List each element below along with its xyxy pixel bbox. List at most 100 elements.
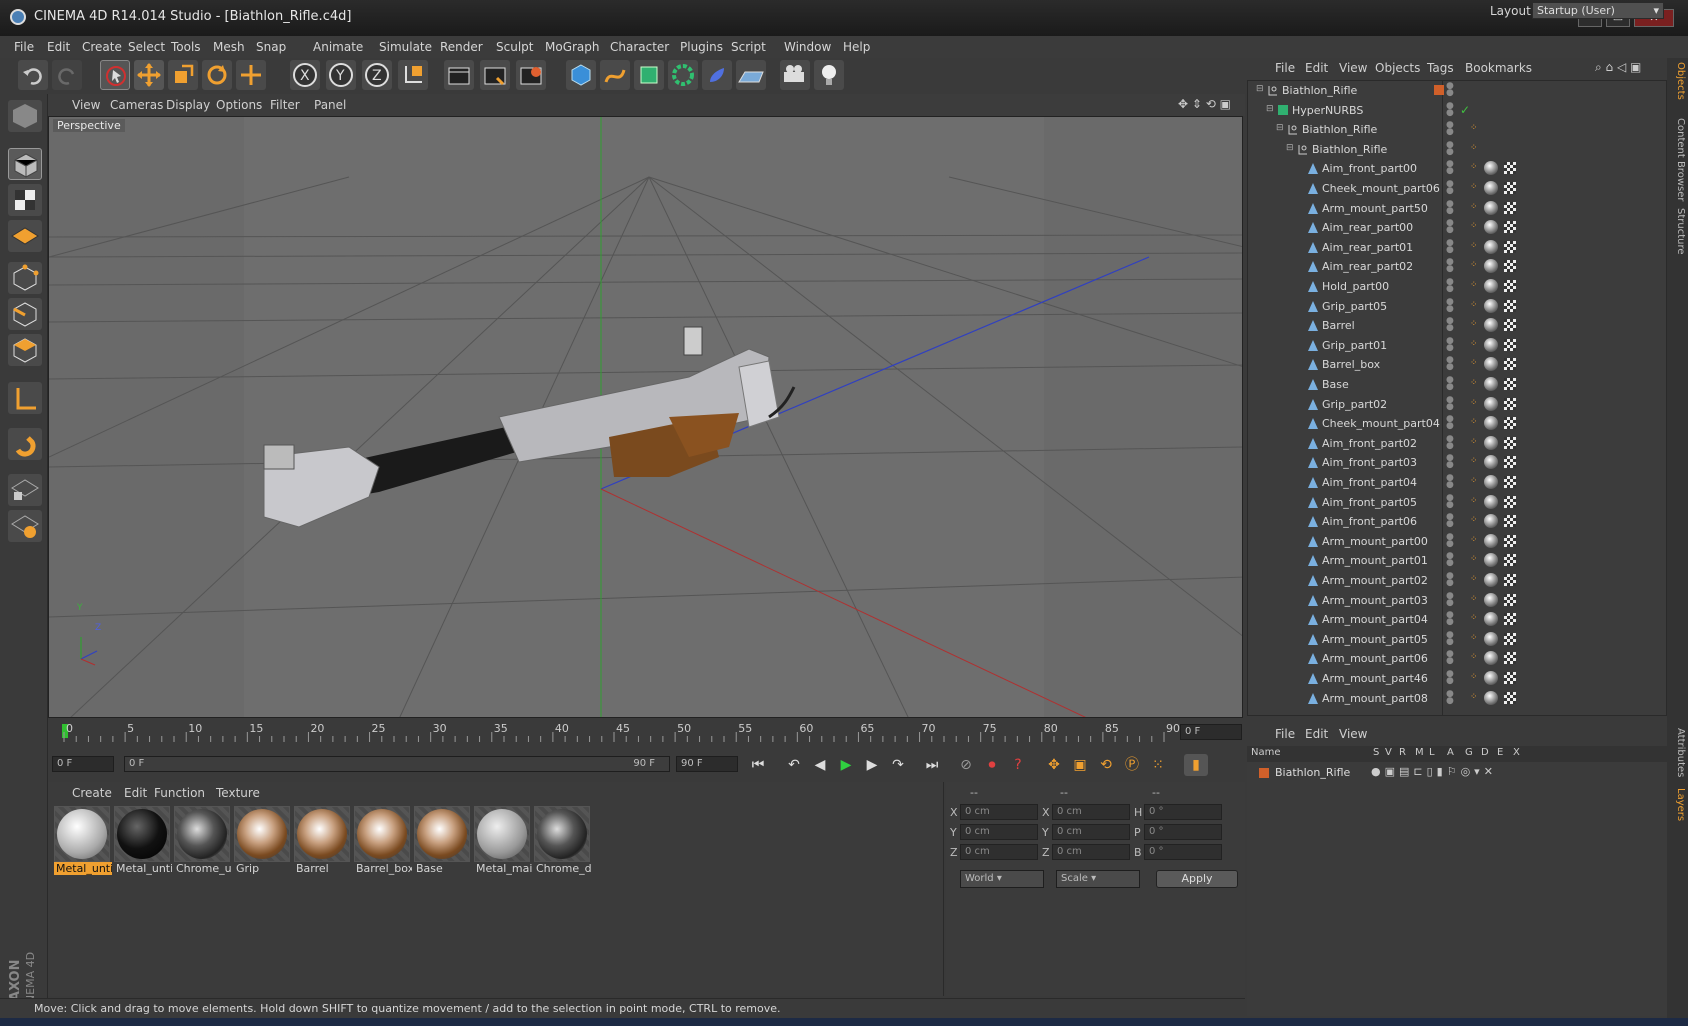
object-row[interactable]: Aim_front_part05 ● ● ⁘ (1248, 493, 1650, 513)
phong-tag-icon[interactable]: ⁘ (1470, 319, 1478, 329)
phong-tag-icon[interactable]: ⁘ (1470, 221, 1478, 231)
phong-tag-icon[interactable]: ⁘ (1470, 535, 1478, 545)
menu-plugins[interactable]: Plugins (680, 40, 723, 54)
material-menu-texture[interactable]: Texture (216, 786, 260, 800)
viewport-menu-options[interactable]: Options (216, 98, 262, 112)
uvw-tag-icon[interactable] (1504, 534, 1516, 547)
om-menu-objects[interactable]: Objects (1375, 61, 1420, 75)
visibility-dots-icon[interactable]: ● ● (1446, 317, 1454, 333)
material-tag-icon[interactable] (1484, 631, 1498, 646)
coord-value-field[interactable]: 0 ° (1144, 844, 1222, 860)
axis-mode-icon[interactable] (8, 382, 42, 414)
menu-character[interactable]: Character (610, 40, 669, 54)
object-row[interactable]: Arm_mount_part05 ● ● ⁘ (1248, 630, 1650, 650)
expand-toggle-icon[interactable]: ⊟ (1266, 104, 1274, 114)
visibility-dots-icon[interactable]: ● ● (1446, 689, 1454, 705)
previous-frame-icon[interactable]: ◀ (808, 754, 832, 776)
visibility-dots-icon[interactable]: ● ● (1446, 297, 1454, 313)
uvw-tag-icon[interactable] (1504, 319, 1516, 332)
visibility-dots-icon[interactable]: ● ● (1446, 258, 1454, 274)
material-tag-icon[interactable] (1484, 651, 1498, 666)
object-row[interactable]: Aim_rear_part00 ● ● ⁘ (1248, 218, 1650, 238)
viewport-menu-display[interactable]: Display (166, 98, 210, 112)
edges-mode-icon[interactable] (8, 298, 42, 330)
material-tag-icon[interactable] (1484, 671, 1498, 685)
material-tag-icon[interactable] (1484, 239, 1498, 254)
keyframe-selection-icon[interactable]: ? (1006, 754, 1030, 776)
phong-tag-icon[interactable]: ⁘ (1470, 398, 1478, 408)
lm-menu-edit[interactable]: Edit (1305, 727, 1328, 741)
layer-list[interactable]: Biathlon_Rifle ●▣▤⊏▯▮⚐◎▾✕ (1247, 762, 1667, 1016)
key-position-icon[interactable]: ✥ (1042, 754, 1066, 776)
scale-tool-icon[interactable] (168, 60, 198, 90)
uvw-tag-icon[interactable] (1504, 495, 1516, 508)
material-tag-icon[interactable] (1484, 279, 1498, 293)
coord-value-field[interactable]: 0 cm (1052, 824, 1130, 840)
search-icon[interactable]: ⌕ ⌂ ◁ ▣ (1595, 60, 1641, 75)
phong-tag-icon[interactable]: ⁘ (1470, 260, 1478, 270)
visibility-dots-icon[interactable]: ● ● (1446, 180, 1454, 196)
menu-help[interactable]: Help (843, 40, 870, 54)
object-row[interactable]: Arm_mount_part00 ● ● ⁘ (1248, 532, 1650, 552)
material-swatch[interactable]: Metal_mair (474, 806, 532, 878)
uvw-tag-icon[interactable] (1504, 358, 1516, 371)
menu-window[interactable]: Window (784, 40, 831, 54)
layer-column-l[interactable]: L (1429, 747, 1435, 758)
viewport-menu-cameras[interactable]: Cameras (110, 98, 163, 112)
visibility-dots-icon[interactable]: ● ● (1446, 474, 1454, 490)
material-tag-icon[interactable] (1484, 475, 1498, 489)
autokey-icon[interactable]: ⏺ (980, 754, 1004, 776)
planar-workplane-icon[interactable] (8, 510, 42, 542)
next-frame-icon[interactable]: ▶ (860, 754, 884, 776)
visibility-dots-icon[interactable]: ● ● (1446, 513, 1454, 529)
x-axis-lock-icon[interactable]: X (290, 60, 320, 90)
visibility-dots-icon[interactable]: ● ● (1446, 82, 1454, 98)
material-swatch[interactable]: Chrome_da (534, 806, 592, 878)
layer-column-name[interactable]: Name (1251, 747, 1281, 758)
polygons-mode-icon[interactable] (8, 334, 42, 366)
visibility-dots-icon[interactable]: ● ● (1446, 493, 1454, 509)
uvw-tag-icon[interactable] (1504, 417, 1516, 430)
nurbs-icon[interactable] (634, 60, 664, 90)
key-scale-icon[interactable]: ▣ (1068, 754, 1092, 776)
layer-column-v[interactable]: V (1385, 747, 1392, 758)
object-row[interactable]: Aim_front_part04 ● ● ⁘ (1248, 473, 1650, 493)
phong-tag-icon[interactable]: ⁘ (1470, 456, 1478, 466)
material-tag-icon[interactable] (1484, 377, 1498, 391)
material-tag-icon[interactable] (1484, 455, 1498, 470)
material-tag-icon[interactable] (1484, 533, 1498, 548)
object-row[interactable]: Arm_mount_part01 ● ● ⁘ (1248, 551, 1650, 571)
material-swatch[interactable]: Metal_unti (114, 806, 172, 878)
phong-tag-icon[interactable]: ⁘ (1470, 613, 1478, 623)
object-row[interactable]: Base ● ● ⁘ (1248, 375, 1650, 395)
object-row[interactable]: Aim_rear_part01 ● ● ⁘ (1248, 238, 1650, 258)
material-tag-icon[interactable] (1484, 690, 1498, 705)
snap-magnet-icon[interactable] (8, 428, 42, 460)
material-swatch[interactable]: Barrel_box (354, 806, 412, 878)
material-tag-icon[interactable] (1484, 298, 1498, 313)
object-row[interactable]: Arm_mount_part04 ● ● ⁘ (1248, 610, 1650, 630)
material-tag-icon[interactable] (1484, 435, 1498, 450)
apply-button[interactable]: Apply (1156, 870, 1238, 888)
uvw-tag-icon[interactable] (1504, 299, 1516, 312)
object-row[interactable]: Aim_front_part02 ● ● ⁘ (1248, 434, 1650, 454)
uvw-tag-icon[interactable] (1504, 436, 1516, 449)
material-swatch[interactable]: Barrel (294, 806, 352, 878)
object-row[interactable]: Arm_mount_part46 ● ● ⁘ (1248, 669, 1650, 689)
phong-tag-icon[interactable]: ⁘ (1470, 652, 1478, 662)
uvw-tag-icon[interactable] (1504, 280, 1516, 292)
uvw-tag-icon[interactable] (1504, 613, 1516, 626)
floor-icon[interactable] (736, 60, 766, 90)
object-row[interactable]: Barrel_box ● ● ⁘ (1248, 355, 1650, 375)
visibility-dots-icon[interactable]: ● ● (1446, 376, 1454, 392)
object-row[interactable]: ⊟ HyperNURBS ● ● ✓ (1248, 101, 1650, 121)
phong-tag-icon[interactable]: ⁘ (1470, 378, 1478, 388)
object-list[interactable]: ⊟ Biathlon_Rifle ● ● ⊟ HyperNURBS ● ● ✓ ⊟ Biathlon… (1247, 80, 1667, 716)
menu-script[interactable]: Script (731, 40, 766, 54)
previous-key-icon[interactable]: ↶ (782, 754, 806, 776)
menu-create[interactable]: Create (82, 40, 122, 54)
expand-toggle-icon[interactable]: ⊟ (1276, 123, 1284, 133)
uvw-tag-icon[interactable] (1504, 260, 1516, 273)
visibility-dots-icon[interactable]: ● ● (1446, 121, 1454, 137)
uvw-tag-icon[interactable] (1504, 162, 1516, 175)
